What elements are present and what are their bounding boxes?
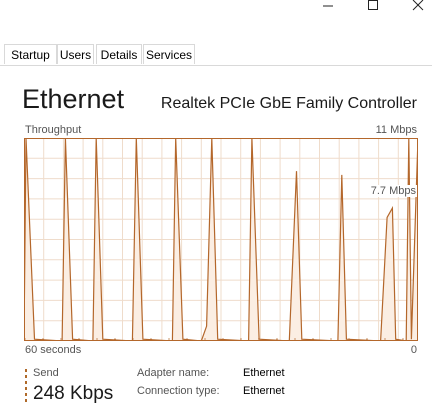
throughput-graph	[24, 138, 418, 341]
adapter-name-label: Adapter name:	[137, 367, 210, 379]
maximize-icon	[368, 0, 378, 10]
send-label: Send	[33, 367, 59, 379]
tab-details[interactable]: Details	[96, 44, 142, 64]
tab-users[interactable]: Users	[57, 44, 94, 64]
tab-startup[interactable]: Startup	[4, 44, 57, 64]
connection-type-value: Ethernet	[243, 385, 285, 397]
adapter-description: Realtek PCIe GbE Family Controller	[160, 95, 417, 112]
send-value: 248 Kbps	[33, 383, 114, 404]
graph-label-time: 60 seconds	[25, 344, 82, 356]
maximize-button[interactable]	[350, 0, 396, 14]
tab-services[interactable]: Services	[143, 44, 195, 64]
title-bar	[0, 0, 432, 38]
close-icon	[412, 0, 424, 11]
minimize-icon	[323, 5, 333, 7]
graph-label-throughput: Throughput	[25, 124, 82, 136]
page-title: Ethernet	[22, 84, 125, 114]
send-legend-swatch	[25, 369, 27, 404]
adapter-name-value: Ethernet	[243, 367, 285, 379]
graph-label-zero: 0	[410, 344, 417, 356]
connection-type-label: Connection type:	[137, 385, 220, 397]
minimize-button[interactable]	[305, 0, 351, 14]
tab-strip: Startup Users Details Services	[0, 43, 432, 66]
graph-label-max: 11 Mbps	[375, 124, 417, 136]
close-button[interactable]	[395, 0, 432, 14]
graph-label-mid: 7.7 Mbps	[369, 185, 417, 197]
